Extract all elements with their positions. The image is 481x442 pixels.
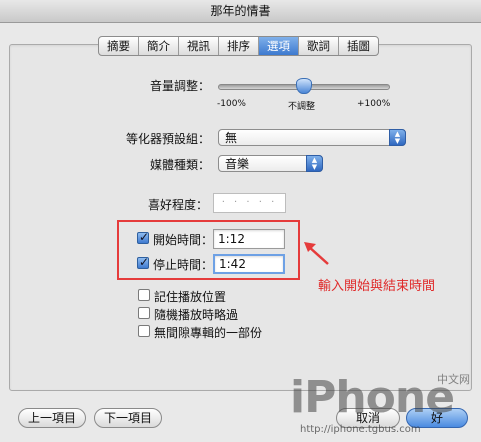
popup-arrows-icon: ▲ ▼ [306, 155, 323, 172]
stop-time-input[interactable]: 1:42 [213, 254, 285, 274]
volume-max-label: +100% [357, 99, 391, 109]
start-time-label: 開始時間： [153, 233, 214, 247]
media-kind-value: 音樂 [225, 157, 250, 171]
gapless-album-checkbox[interactable] [138, 325, 150, 337]
stop-time-label: 停止時間： [153, 258, 214, 272]
watermark-url: http://iphone.tgbus.com [300, 424, 421, 435]
watermark-cn: 中文网 [437, 373, 470, 386]
tab-sorting[interactable]: 排序 [219, 37, 259, 55]
next-item-button[interactable]: 下一項目 [94, 408, 162, 428]
skip-shuffle-checkbox[interactable] [138, 307, 150, 319]
remember-position-label: 記住播放位置 [154, 290, 227, 304]
annotation-arrow-icon [304, 242, 329, 265]
gapless-album-label: 無間隙專輯的一部份 [154, 326, 263, 340]
media-kind-select[interactable]: 音樂 ▲ ▼ [218, 155, 323, 172]
tab-info[interactable]: 簡介 [139, 37, 179, 55]
tab-lyrics[interactable]: 歌詞 [299, 37, 339, 55]
eq-preset-select[interactable]: 無 ▲ ▼ [218, 129, 406, 146]
stop-time-checkbox[interactable] [137, 255, 149, 269]
tab-summary[interactable]: 摘要 [99, 37, 139, 55]
start-time-checkbox[interactable] [137, 230, 149, 244]
start-time-input[interactable]: 1:12 [213, 229, 285, 249]
tab-artwork[interactable]: 插圖 [339, 37, 378, 55]
annotation-text: 輸入開始與結束時間 [318, 279, 436, 294]
rating-stars[interactable]: · · · · · [213, 193, 286, 213]
volume-slider-thumb[interactable] [296, 78, 312, 94]
volume-center-label: 不調整 [288, 102, 316, 112]
watermark-logo: iPhone [290, 372, 455, 423]
volume-label: 音量調整： [149, 79, 210, 93]
rating-label: 喜好程度： [147, 198, 208, 212]
eq-preset-label: 等化器預設組： [125, 132, 210, 146]
window-title: 那年的情書 [0, 0, 481, 23]
tab-bar: 摘要 簡介 視訊 排序 選項 歌詞 插圖 [98, 36, 379, 56]
remember-position-checkbox[interactable] [138, 289, 150, 301]
previous-item-button[interactable]: 上一項目 [18, 408, 86, 428]
tab-options[interactable]: 選項 [259, 37, 299, 55]
tab-video[interactable]: 視訊 [179, 37, 219, 55]
eq-preset-value: 無 [225, 131, 238, 145]
skip-shuffle-label: 隨機播放時略過 [154, 308, 239, 322]
volume-min-label: -100% [217, 99, 246, 109]
popup-arrows-icon: ▲ ▼ [389, 129, 406, 146]
media-kind-label: 媒體種類： [149, 158, 210, 172]
